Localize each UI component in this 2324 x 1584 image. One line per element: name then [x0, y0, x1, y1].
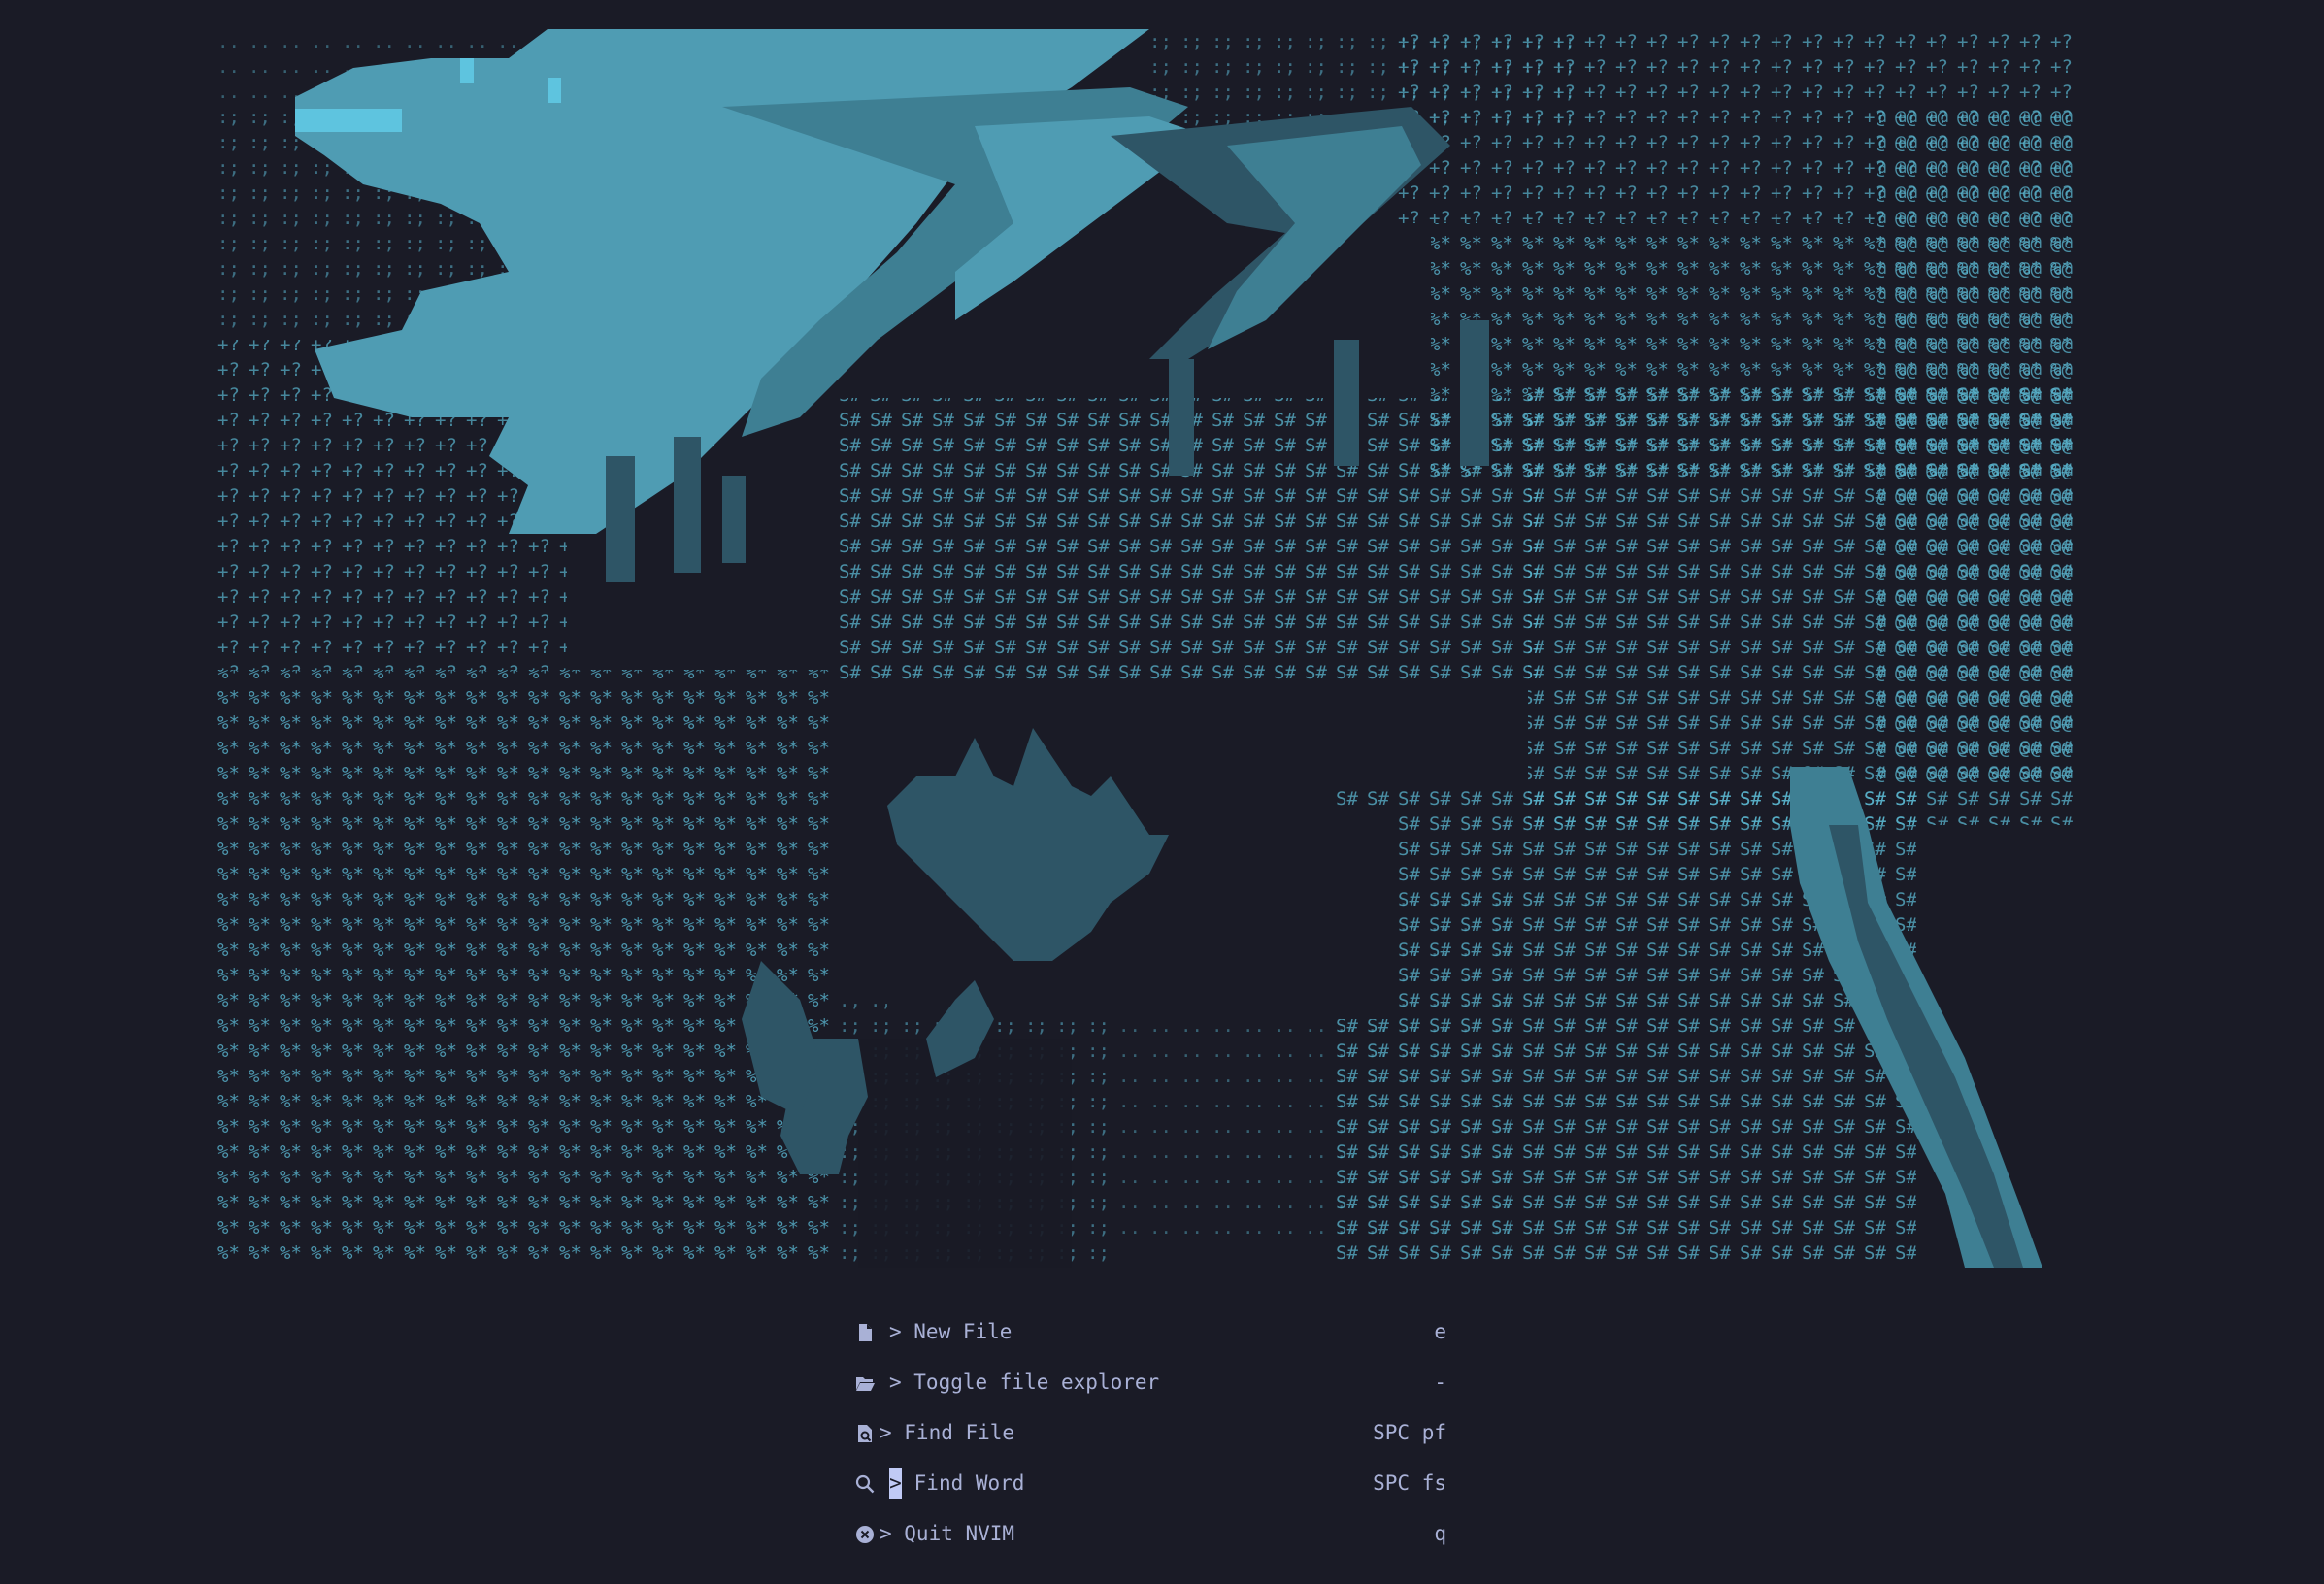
- ascii-region-percent-left: [217, 670, 839, 1268]
- art-drip-4: [1169, 359, 1194, 476]
- menu-item-toggle-file-explorer[interactable]: > Toggle file explorer -: [854, 1367, 1446, 1417]
- menu-item-label: > Find File: [880, 1421, 1015, 1444]
- menu-item-shortcut: e: [1434, 1320, 1446, 1343]
- menu-item-new-file[interactable]: > New File e: [854, 1316, 1446, 1367]
- menu-item-shortcut: -: [1434, 1370, 1446, 1394]
- file-search-icon: [854, 1423, 876, 1444]
- close-circle-icon: [854, 1524, 876, 1545]
- art-drip-3: [722, 476, 746, 563]
- ascii-art-image: %* +? S# :; @@ ..: [217, 29, 2081, 1268]
- art-blade-streak-4: [1208, 126, 1421, 349]
- menu-item-label: > Toggle file explorer: [889, 1370, 1160, 1394]
- art-drip-5: [1334, 340, 1359, 466]
- art-void-bottom: [858, 1039, 1072, 1268]
- menu-item-label-text: Find Word: [913, 1471, 1025, 1495]
- menu-item-shortcut: q: [1434, 1522, 1446, 1545]
- search-icon: [854, 1473, 876, 1495]
- menu-item-find-word[interactable]: > Find Word SPC fs: [854, 1468, 1446, 1518]
- menu-item-label: > New File: [889, 1320, 1013, 1343]
- art-drip-6: [1460, 320, 1489, 466]
- ascii-art-header: %* +? S# :; @@ ..: [217, 29, 2081, 1268]
- art-drip-2: [674, 437, 701, 573]
- ascii-region-at-right: [1877, 107, 2081, 786]
- file-icon: [854, 1322, 876, 1343]
- folder-open-icon: [854, 1372, 876, 1394]
- art-highlight-dot-1: [460, 58, 474, 83]
- menu-item-shortcut: SPC pf: [1373, 1421, 1446, 1444]
- menu-item-quit-nvim[interactable]: > Quit NVIM q: [854, 1518, 1446, 1568]
- cursor-block: >: [889, 1468, 902, 1499]
- menu-item-label: > Quit NVIM: [880, 1522, 1015, 1545]
- art-highlight-dot-2: [548, 78, 561, 103]
- art-drip-1: [606, 456, 635, 582]
- menu-item-label: > Find Word: [889, 1468, 1024, 1499]
- art-highlight-bar: [295, 109, 402, 132]
- dashboard-menu: > New File e > Toggle file explorer - > …: [854, 1316, 1446, 1568]
- menu-item-find-file[interactable]: > Find File SPC pf: [854, 1417, 1446, 1468]
- menu-item-shortcut: SPC fs: [1373, 1471, 1446, 1495]
